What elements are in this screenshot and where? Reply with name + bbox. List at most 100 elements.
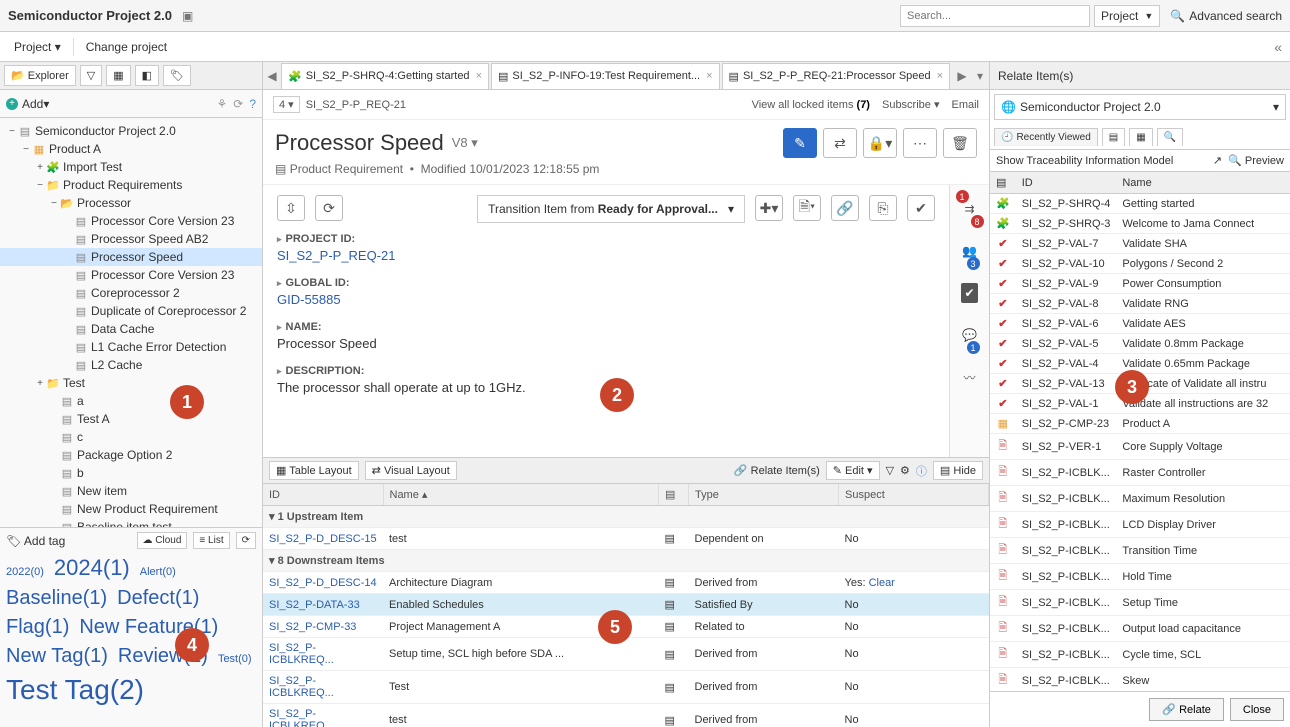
relate-list-row[interactable]: 🗎SI_S2_P-ICBLK...Setup Time [990,590,1290,616]
relate-list-row[interactable]: 🧩SI_S2_P-SHRQ-4Getting started [990,194,1290,214]
tag-item[interactable]: 2022(0) [6,566,44,578]
project-selector[interactable]: Project ▼ [1094,5,1160,27]
project-menu[interactable]: Project ▾ [8,36,67,58]
tag-item[interactable]: 2024(1) [54,555,130,581]
activity-rail-button[interactable]: 〰 [954,357,986,397]
relation-group-downstream[interactable]: ▾ 8 Downstream Items [263,550,989,572]
tree-node[interactable]: −📂Processor [0,194,262,212]
locked-items-link[interactable]: View all locked items (7) [752,99,870,111]
relate-list-row[interactable]: ✔SI_S2_P-VAL-5Validate 0.8mm Package [990,334,1290,354]
refresh-icon[interactable]: ⟳ [233,97,243,111]
tag-item[interactable]: New Tag(1) [6,645,108,668]
advanced-search-link[interactable]: 🔍 Advanced search [1170,9,1282,23]
explorer-tab[interactable]: 📂 Explorer [4,65,76,86]
relate-list-row[interactable]: ✔SI_S2_P-VAL-10Polygons / Second 2 [990,254,1290,274]
tree-node[interactable]: ▤Baseline item test [0,518,262,527]
rel-col-icon[interactable]: ▤ [659,484,689,506]
breadcrumb-nav[interactable]: 4 ▾ [273,96,300,113]
grid-tab-icon[interactable]: ▦ [106,65,130,86]
relate-list-row[interactable]: 🗎SI_S2_P-ICBLK...Output load capacitance [990,616,1290,642]
tree-node[interactable]: ▤Processor Speed AB2 [0,230,262,248]
window-icon[interactable]: ▣ [182,9,193,23]
relate-items-button[interactable]: 🔗 Relate Item(s) [734,464,820,477]
relation-id[interactable]: SI_S2_P-CMP-33 [263,616,383,638]
tag-item[interactable]: Flag(1) [6,616,69,639]
tree-node[interactable]: +🧩Import Test [0,158,262,176]
tree-node[interactable]: ▤c [0,428,262,446]
close-icon[interactable]: × [706,70,712,82]
relation-row[interactable]: SI_S2_P-CMP-33Project Management A▤Relat… [263,616,989,638]
tree-node[interactable]: ▤b [0,464,262,482]
workflow-button[interactable]: ⇄ [823,128,857,158]
relate-project-selector[interactable]: 🌐 Semiconductor Project 2.0 ▾ [994,94,1286,120]
search-tab-icon[interactable]: 🔍 [1157,128,1183,146]
tree-node[interactable]: ▤L2 Cache [0,356,262,374]
project-tree[interactable]: −▤Semiconductor Project 2.0−▦Product A+🧩… [0,118,262,527]
baseline-tab-icon[interactable]: ◧ [135,65,159,86]
info-icon[interactable]: ⓘ [916,463,927,479]
visual-layout-button[interactable]: ⇄ Visual Layout [365,461,457,480]
close-icon[interactable]: × [937,70,943,82]
editor-tab[interactable]: 🧩SI_S2_P-SHRQ-4:Getting started× [281,63,489,89]
rel-col-suspect[interactable]: Suspect [839,484,989,506]
trace-open-icon[interactable]: ↗ [1213,154,1222,167]
relate-list-row[interactable]: 🗎SI_S2_P-ICBLK...Maximum Resolution [990,486,1290,512]
add-tag-button[interactable]: 🏷 Add tag [6,534,65,548]
checklist-rail-button[interactable]: ✔ [954,273,986,313]
lock-button[interactable]: 🔒 ▾ [863,128,897,158]
relate-list-row[interactable]: 🧩SI_S2_P-SHRQ-3Welcome to Jama Connect [990,214,1290,234]
edit-button[interactable]: ✎ [783,128,817,158]
relate-list-row[interactable]: ✔SI_S2_P-VAL-4Validate 0.65mm Package [990,354,1290,374]
tag-item[interactable]: Test Tag(2) [6,674,144,706]
relation-id[interactable]: SI_S2_P-ICBLKREQ... [263,704,383,727]
preview-button[interactable]: 🔍 Preview [1228,154,1284,167]
relation-row[interactable]: SI_S2_P-DATA-33Enabled Schedules▤Satisfi… [263,594,989,616]
tree-node[interactable]: ▤a [0,392,262,410]
relation-row[interactable]: SI_S2_P-ICBLKREQ...test▤Derived fromNo [263,704,989,727]
tab-nav-prev[interactable]: ◀ [263,69,281,83]
editor-tab[interactable]: ▤SI_S2_P-INFO-19:Test Requirement...× [491,63,720,89]
tree-tab-icon[interactable]: ▤ [1102,128,1125,146]
expand-all-button[interactable]: ⇳ [277,195,305,221]
relation-id[interactable]: SI_S2_P-DATA-33 [263,594,383,616]
tree-node[interactable]: ▤New Product Requirement [0,500,262,518]
tag-item[interactable]: Baseline(1) [6,587,107,610]
tree-node[interactable]: ▤Processor Core Version 23 [0,266,262,284]
cloud-view-button[interactable]: ☁ Cloud [137,532,188,549]
relate-list-row[interactable]: 🗎SI_S2_P-ICBLK...Raster Controller [990,460,1290,486]
link-button[interactable]: 🔗 [831,195,859,221]
export-menu-button[interactable]: 🗎▾ [793,195,821,221]
email-link[interactable]: Email [951,99,979,111]
relation-row[interactable]: SI_S2_P-D_DESC-15test▤Dependent onNo [263,528,989,550]
relate-list-row[interactable]: ✔SI_S2_P-VAL-13Duplicate of Validate all… [990,374,1290,394]
relation-row[interactable]: SI_S2_P-ICBLKREQ...Test▤Derived fromNo [263,671,989,704]
tag-item[interactable]: Review(1) [118,645,208,668]
transition-dropdown[interactable]: Transition Item from Ready for Approval.… [477,195,745,223]
filter-tab-icon[interactable]: ▽ [80,65,102,86]
tag-item[interactable]: Defect(1) [117,587,199,610]
copy-button[interactable]: ⎘ [869,195,897,221]
grid-tab-icon[interactable]: ▦ [1129,128,1152,146]
rp-col-name[interactable]: Name [1116,172,1290,194]
tree-node[interactable]: −▤Semiconductor Project 2.0 [0,122,262,140]
users-rail-button[interactable]: 👥 3 [954,231,986,271]
tree-node[interactable]: ▤Data Cache [0,320,262,338]
tab-menu[interactable]: ▾ [971,69,989,83]
relation-id[interactable]: SI_S2_P-D_DESC-14 [263,572,383,594]
relate-list-row[interactable]: ✔SI_S2_P-VAL-7Validate SHA [990,234,1290,254]
relation-id[interactable]: SI_S2_P-ICBLKREQ... [263,671,383,704]
relate-list-row[interactable]: ✔SI_S2_P-VAL-1Validate all instructions … [990,394,1290,414]
approve-button[interactable]: ✔ [907,195,935,221]
add-menu-button[interactable]: ✚▾ [755,195,783,221]
table-layout-button[interactable]: ▦ Table Layout [269,461,359,480]
relate-list-row[interactable]: ✔SI_S2_P-VAL-6Validate AES [990,314,1290,334]
relate-list-row[interactable]: 🗎SI_S2_P-ICBLK...Cycle time, SCL [990,642,1290,668]
relate-list-row[interactable]: 🗎SI_S2_P-ICBLK...Hold Time [990,564,1290,590]
relation-row[interactable]: SI_S2_P-ICBLKREQ...Setup time, SCL high … [263,638,989,671]
relate-list-row[interactable]: ▦SI_S2_P-CMP-23Product A [990,414,1290,434]
relate-list-row[interactable]: 🗎SI_S2_P-ICBLK...Skew [990,668,1290,692]
tree-node[interactable]: ▤Processor Speed [0,248,262,266]
relation-id[interactable]: SI_S2_P-D_DESC-15 [263,528,383,550]
list-view-button[interactable]: ≡ List [193,532,229,549]
clear-suspect-link[interactable]: Clear [869,577,895,589]
